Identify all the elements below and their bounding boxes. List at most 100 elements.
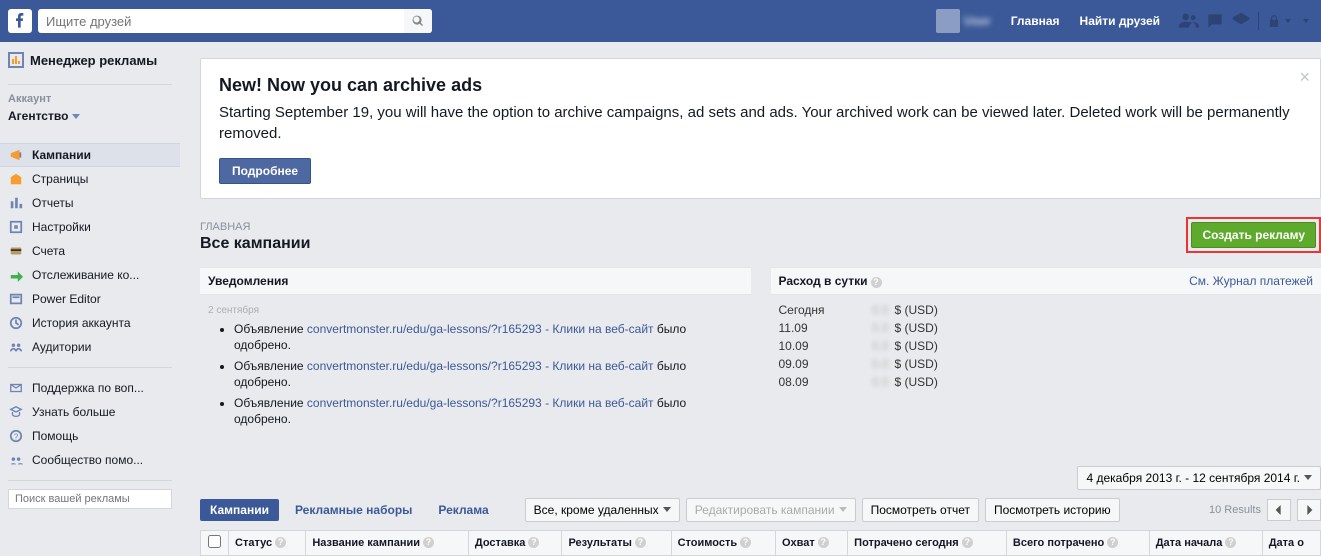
notifications-icon[interactable]	[1228, 8, 1254, 34]
billing-log-link[interactable]: См. Журнал платежей	[1189, 274, 1313, 288]
col-delivery[interactable]: Доставка?	[468, 530, 562, 555]
col-reach[interactable]: Охват?	[776, 530, 848, 555]
billing-icon	[8, 243, 24, 259]
chevron-down-icon	[1303, 19, 1309, 23]
sidebar-community[interactable]: Сообщество помо...	[0, 448, 180, 472]
help-icon[interactable]: ?	[1225, 537, 1236, 548]
spend-row: 09.090.0$ (USD)	[779, 355, 1314, 373]
col-cost[interactable]: Стоимость?	[671, 530, 775, 555]
sidebar-item-audiences[interactable]: Аудитории	[0, 335, 180, 359]
notifications-list: Объявление convertmonster.ru/edu/ga-less…	[208, 322, 743, 428]
breadcrumb-row: ГЛАВНАЯ Все кампании Создать рекламу	[200, 217, 1321, 253]
sidebar-nav: Кампании Страницы Отчеты Настройки Счета…	[0, 143, 180, 359]
audiences-icon	[8, 339, 24, 355]
help-icon[interactable]: ?	[1107, 537, 1118, 548]
sidebar-item-label: Узнать больше	[32, 405, 115, 419]
filter-selector[interactable]: Все, кроме удаленных	[525, 498, 680, 522]
notification-link[interactable]: convertmonster.ru/edu/ga-lessons/?r16529…	[307, 322, 654, 336]
topbar: User Главная Найти друзей	[0, 0, 1321, 42]
campaigns-table: Статус? Название кампании? Доставка? Рез…	[200, 530, 1321, 556]
help-icon[interactable]: ?	[818, 537, 829, 548]
messages-icon[interactable]	[1202, 8, 1228, 34]
sidebar-learn[interactable]: Узнать больше	[0, 400, 180, 424]
date-range-row: 4 декабря 2013 г. - 12 сентября 2014 г.	[200, 466, 1321, 490]
help-icon[interactable]: ?	[962, 537, 973, 548]
tab-ads[interactable]: Реклама	[428, 499, 498, 521]
notifications-heading: Уведомления	[208, 274, 288, 288]
learn-icon	[8, 404, 24, 420]
tab-adsets[interactable]: Рекламные наборы	[285, 499, 422, 521]
sidebar-item-power-editor[interactable]: Power Editor	[0, 287, 180, 311]
history-icon	[8, 315, 24, 331]
sidebar-item-settings[interactable]: Настройки	[0, 215, 180, 239]
avatar	[936, 9, 960, 33]
col-results[interactable]: Результаты?	[562, 530, 671, 555]
divider	[1258, 12, 1259, 30]
pager-next-button[interactable]	[1297, 499, 1321, 521]
col-end-date[interactable]: Дата о	[1262, 530, 1320, 555]
col-start-date[interactable]: Дата начала?	[1149, 530, 1262, 555]
notification-icons	[1176, 8, 1313, 34]
find-friends-link[interactable]: Найти друзей	[1070, 8, 1170, 34]
sidebar-item-reports[interactable]: Отчеты	[0, 191, 180, 215]
facebook-logo[interactable]	[8, 9, 32, 33]
sidebar-item-label: Отслеживание ко...	[32, 268, 139, 282]
notification-link[interactable]: convertmonster.ru/edu/ga-lessons/?r16529…	[307, 359, 654, 373]
search-button[interactable]	[404, 9, 432, 33]
col-spent-total[interactable]: Всего потрачено?	[1006, 530, 1149, 555]
sidebar-item-history[interactable]: История аккаунта	[0, 311, 180, 335]
pages-icon	[8, 171, 24, 187]
sidebar-help-item[interactable]: ? Помощь	[0, 424, 180, 448]
profile-link[interactable]: User	[926, 8, 1001, 34]
sidebar-item-billing[interactable]: Счета	[0, 239, 180, 263]
create-ad-button[interactable]: Создать рекламу	[1191, 222, 1316, 248]
learn-more-button[interactable]: Подробнее	[219, 158, 311, 184]
archive-notice-card: × New! Now you can archive ads Starting …	[200, 58, 1321, 199]
search-input[interactable]	[38, 9, 432, 33]
chevron-down-icon	[72, 114, 80, 119]
help-icon: ?	[8, 428, 24, 444]
notice-title: New! Now you can archive ads	[219, 75, 1302, 96]
notification-link[interactable]: convertmonster.ru/edu/ga-lessons/?r16529…	[307, 396, 654, 410]
ads-manager-title[interactable]: Менеджер рекламы	[0, 52, 180, 76]
view-history-button[interactable]: Посмотреть историю	[985, 498, 1120, 522]
sidebar-item-campaigns[interactable]: Кампании	[0, 143, 180, 167]
help-icon[interactable]: ?	[423, 537, 434, 548]
col-status[interactable]: Статус?	[229, 530, 306, 555]
help-icon[interactable]: ?	[635, 537, 646, 548]
view-report-button[interactable]: Посмотреть отчет	[862, 498, 979, 522]
account-selector[interactable]: Агентство	[0, 105, 180, 133]
sidebar-item-conversion[interactable]: Отслеживание ко...	[0, 263, 180, 287]
sidebar-item-pages[interactable]: Страницы	[0, 167, 180, 191]
privacy-shortcuts[interactable]	[1263, 14, 1295, 28]
manager-title-text: Менеджер рекламы	[30, 53, 157, 68]
breadcrumb[interactable]: ГЛАВНАЯ	[200, 221, 310, 233]
close-icon[interactable]: ×	[1299, 67, 1310, 88]
sidebar-support[interactable]: Поддержка по воп...	[0, 376, 180, 400]
select-all-header	[201, 530, 229, 555]
tab-campaigns[interactable]: Кампании	[200, 499, 279, 521]
notification-item: Объявление convertmonster.ru/edu/ga-less…	[234, 359, 743, 390]
help-icon[interactable]: ?	[275, 537, 286, 548]
sidebar-search-wrap	[8, 489, 172, 509]
search-wrap	[38, 9, 432, 33]
tabs-row: Кампании Рекламные наборы Реклама Все, к…	[200, 498, 1321, 522]
notification-item: Объявление convertmonster.ru/edu/ga-less…	[234, 322, 743, 353]
account-name: Агентство	[8, 109, 68, 123]
help-icon[interactable]: ?	[871, 277, 882, 288]
friend-requests-icon[interactable]	[1176, 8, 1202, 34]
main-content: × New! Now you can archive ads Starting …	[180, 42, 1321, 556]
settings-dropdown[interactable]	[1295, 19, 1313, 23]
sidebar-item-label: Счета	[32, 244, 65, 258]
pager-prev-button[interactable]	[1267, 499, 1291, 521]
help-icon[interactable]: ?	[528, 537, 539, 548]
date-range-selector[interactable]: 4 декабря 2013 г. - 12 сентября 2014 г.	[1077, 466, 1321, 490]
col-spent-today[interactable]: Потрачено сегодня?	[848, 530, 1007, 555]
sidebar-search-input[interactable]	[8, 489, 172, 509]
sidebar-item-label: Отчеты	[32, 196, 73, 210]
help-icon[interactable]: ?	[740, 537, 751, 548]
notifications-date: 2 сентября	[208, 305, 743, 316]
home-link[interactable]: Главная	[1001, 8, 1070, 34]
col-name[interactable]: Название кампании?	[306, 530, 469, 555]
sidebar: Менеджер рекламы Аккаунт Агентство Кампа…	[0, 42, 180, 556]
